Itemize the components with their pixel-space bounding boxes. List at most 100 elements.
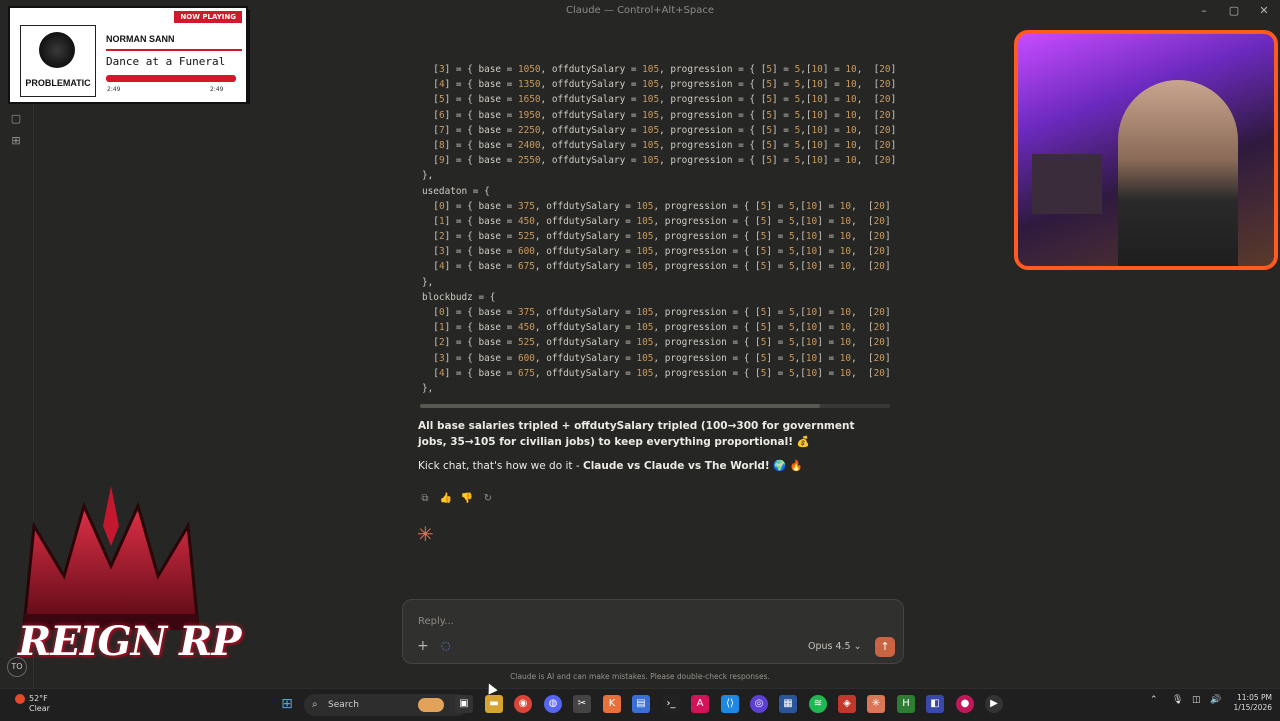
add-attachment-icon[interactable]: + — [417, 638, 429, 654]
code-number: 5 — [788, 261, 795, 273]
widget-shadow — [246, 10, 250, 104]
weather-widget[interactable]: 52°F Clear — [15, 694, 50, 714]
retry-icon[interactable]: ↻ — [481, 492, 495, 506]
terminal-icon[interactable]: ›_ — [662, 695, 680, 713]
maximize-icon[interactable]: ▢ — [1224, 4, 1244, 17]
code-number: 105 — [636, 215, 654, 227]
code-number: 105 — [636, 246, 654, 258]
code-line: }, — [422, 170, 434, 182]
copy-icon[interactable]: ⧉ — [418, 492, 432, 506]
clock[interactable]: 11:05 PM 1/15/2026 — [1228, 693, 1272, 713]
artist-name: NORMAN SANN — [106, 34, 175, 44]
app-tray-icon[interactable]: ◫ — [1192, 695, 1201, 705]
code-number: 10 — [839, 307, 852, 318]
code-number: 5 — [794, 124, 801, 136]
app-icon-4[interactable]: ◎ — [750, 695, 768, 713]
code-number: 10 — [805, 352, 818, 364]
chats-icon[interactable]: ▢ — [9, 112, 23, 126]
code-number: 0 — [438, 200, 445, 212]
song-title: Dance at a Funeral — [106, 55, 226, 68]
code-number: 10 — [805, 215, 818, 227]
code-number: 5 — [794, 64, 801, 75]
code-number: 105 — [636, 307, 654, 318]
search-label: Search — [328, 700, 359, 710]
message-line-3-bold: Claude vs Claude vs The World! — [582, 460, 770, 472]
code-number: 10 — [805, 261, 818, 273]
weather-condition: Clear — [29, 704, 50, 713]
microphone-icon[interactable]: 🎙 — [1172, 695, 1183, 705]
minimize-icon[interactable]: – — [1194, 4, 1214, 17]
scrollbar-thumb[interactable] — [420, 404, 820, 408]
code-number: 5 — [794, 139, 801, 151]
code-number: 105 — [642, 64, 660, 75]
task-view-icon[interactable]: ▣ — [455, 695, 473, 713]
code-number: 2250 — [517, 124, 541, 136]
song-progress-bar — [106, 75, 236, 82]
code-number: 105 — [636, 352, 654, 364]
claude-app-icon[interactable]: ✳ — [867, 695, 885, 713]
reply-input[interactable] — [416, 610, 880, 632]
webcam-overlay — [1014, 30, 1278, 270]
code-number: 5 — [788, 322, 795, 334]
code-number: 1 — [438, 215, 445, 227]
app-icon-1[interactable]: K — [603, 695, 621, 713]
code-number: 5 — [766, 64, 772, 75]
app-icon-5[interactable]: ▦ — [779, 695, 797, 713]
code-line: [3] = { base = 1050, offdutySalary = 105… — [422, 64, 897, 75]
start-icon[interactable]: ⊞ — [278, 695, 296, 713]
code-line: [4] = { base = 675, offdutySalary = 105,… — [422, 367, 891, 379]
volume-icon[interactable]: 🔊 — [1210, 695, 1221, 705]
code-number: 10 — [805, 200, 818, 212]
thumbs-down-icon[interactable]: 👎 — [460, 492, 474, 506]
weather-temp: 52°F — [29, 694, 48, 703]
code-number: 5 — [766, 155, 772, 167]
code-number: 20 — [873, 367, 885, 379]
code-number: 10 — [839, 352, 852, 364]
app-icon-8[interactable]: ◧ — [926, 695, 944, 713]
chrome-icon[interactable]: ◉ — [514, 695, 532, 713]
vscode-icon[interactable]: ⟨⟩ — [721, 695, 739, 713]
code-number: 600 — [517, 352, 535, 364]
code-number: 10 — [805, 337, 818, 349]
code-number: 450 — [517, 215, 535, 227]
code-number: 105 — [636, 322, 654, 334]
model-selector[interactable]: Opus 4.5 ⌄ — [808, 641, 862, 652]
code-number: 105 — [642, 155, 660, 167]
spotify-icon[interactable]: ≋ — [809, 695, 827, 713]
code-number: 3 — [438, 64, 445, 75]
discord-icon[interactable]: ◍ — [544, 695, 562, 713]
code-horizontal-scrollbar[interactable] — [420, 404, 890, 408]
search-highlight-icon — [418, 698, 444, 712]
code-number: 10 — [845, 155, 857, 167]
code-number: 10 — [805, 246, 818, 258]
code-number: 105 — [642, 139, 660, 151]
code-number: 6 — [438, 109, 445, 121]
app-icon-3[interactable]: A — [691, 695, 709, 713]
code-number: 10 — [839, 337, 852, 349]
code-number: 450 — [517, 322, 535, 334]
tray-chevron-icon[interactable]: ⌃ — [1150, 695, 1158, 705]
projects-icon[interactable]: ⊞ — [9, 134, 23, 148]
send-button[interactable]: ↑ — [875, 637, 895, 657]
code-number: 1050 — [517, 64, 541, 75]
code-line: [1] = { base = 450, offdutySalary = 105,… — [422, 322, 891, 334]
app-icon-9[interactable]: ● — [956, 695, 974, 713]
code-number: 3 — [438, 352, 445, 364]
message-line-2: jobs, 35→105 for civilian jobs) to keep … — [418, 436, 810, 448]
media-player-icon[interactable]: ▶ — [985, 695, 1003, 713]
code-line: [0] = { base = 375, offdutySalary = 105,… — [422, 200, 891, 212]
now-playing-badge: NOW PLAYING — [174, 11, 242, 23]
tools-icon[interactable]: ◌ — [441, 639, 451, 652]
thumbs-up-icon[interactable]: 👍 — [439, 492, 453, 506]
app-icon-6[interactable]: ◈ — [838, 695, 856, 713]
now-playing-widget: NOW PLAYING PROBLEMATIC NORMAN SANN Danc… — [8, 6, 248, 104]
code-block: [3] = { base = 1050, offdutySalary = 105… — [414, 58, 900, 414]
app-icon-7[interactable]: H — [897, 695, 915, 713]
close-icon[interactable]: ✕ — [1254, 4, 1274, 17]
file-explorer-icon[interactable]: ▬ — [485, 695, 503, 713]
taskbar-search[interactable]: ⌕ Search — [304, 694, 468, 716]
snipping-icon[interactable]: ✂ — [573, 695, 591, 713]
code-number: 20 — [873, 307, 885, 318]
app-icon-2[interactable]: ▤ — [632, 695, 650, 713]
code-number: 10 — [805, 231, 818, 243]
